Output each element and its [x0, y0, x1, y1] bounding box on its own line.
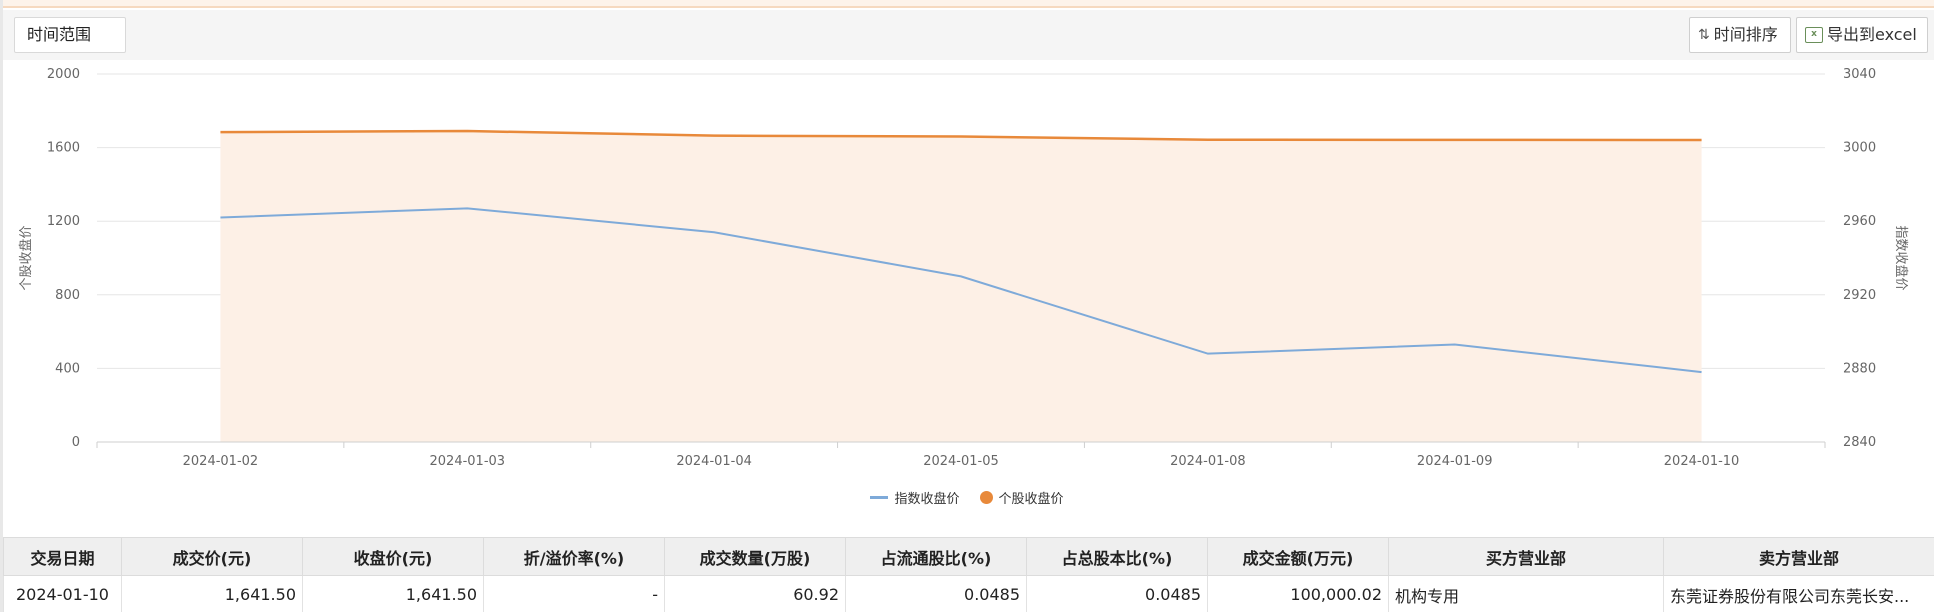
- legend-item-index[interactable]: 指数收盘价: [870, 488, 960, 507]
- time-sort-button[interactable]: ⇅ 时间排序: [1689, 17, 1791, 53]
- cell-volume: 60.92: [664, 575, 846, 612]
- x-tick-label: 2024-01-05: [923, 454, 999, 469]
- legend-item-stock[interactable]: 个股收盘价: [979, 488, 1064, 507]
- y-right-axis-title: 指数收盘价: [1893, 225, 1909, 290]
- sort-arrows-icon: ⇅: [1698, 27, 1710, 43]
- excel-icon: x: [1805, 27, 1823, 43]
- price-chart: 2024-01-02 2024-01-03 2024-01-04 2024-01-05…: [18, 67, 1909, 469]
- y-left-tick-label: 2000: [47, 67, 80, 82]
- col-header-deal-price[interactable]: 成交价(元): [121, 537, 303, 576]
- x-tick-label: 2024-01-08: [1170, 454, 1246, 469]
- x-tick-label: 2024-01-10: [1664, 454, 1740, 469]
- table-header-row: 交易日期 成交价(元) 收盘价(元) 折/溢价率(%) 成交数量(万股) 占流通…: [3, 537, 1934, 576]
- y-left-tick-label: 0: [72, 435, 80, 450]
- x-tick-label: 2024-01-03: [430, 454, 506, 469]
- legend-label-index: 指数收盘价: [894, 492, 960, 507]
- y-left-tick-label: 400: [55, 361, 80, 376]
- cell-buyer[interactable]: 机构专用: [1388, 575, 1664, 612]
- y-right-tick-label: 2960: [1843, 214, 1876, 229]
- col-header-amount[interactable]: 成交金额(万元): [1207, 537, 1389, 576]
- col-header-float-ratio[interactable]: 占流通股比(%): [845, 537, 1027, 576]
- col-header-date[interactable]: 交易日期: [3, 537, 122, 576]
- time-range-button[interactable]: 时间范围: [14, 17, 126, 53]
- col-header-seller[interactable]: 卖方营业部: [1663, 537, 1934, 576]
- y-right-tick-label: 3040: [1843, 67, 1876, 82]
- y-right-tick-label: 2920: [1843, 288, 1876, 303]
- col-header-total-ratio[interactable]: 占总股本比(%): [1026, 537, 1208, 576]
- col-header-volume[interactable]: 成交数量(万股): [664, 537, 846, 576]
- x-tick-label: 2024-01-09: [1417, 454, 1493, 469]
- cell-deal-price: 1,641.50: [121, 575, 303, 612]
- table-row: 2024-01-10 1,641.50 1,641.50 - 60.92 0.0…: [3, 575, 1934, 612]
- y-left-tick-label: 1200: [47, 214, 80, 229]
- y-right-tick-label: 3000: [1843, 141, 1876, 156]
- y-left-tick-label: 800: [55, 288, 80, 303]
- x-tick-label: 2024-01-04: [676, 454, 752, 469]
- stock-close-area: [220, 131, 1702, 442]
- legend-label-stock: 个股收盘价: [998, 492, 1064, 507]
- time-sort-label: 时间排序: [1713, 25, 1778, 44]
- x-tick-label: 2024-01-02: [183, 454, 259, 469]
- col-header-buyer[interactable]: 买方营业部: [1388, 537, 1664, 576]
- export-excel-button[interactable]: x 导出到excel: [1796, 17, 1928, 53]
- y-left-tick-label: 1600: [47, 141, 80, 156]
- block-trade-table: 交易日期 成交价(元) 收盘价(元) 折/溢价率(%) 成交数量(万股) 占流通…: [3, 537, 1934, 612]
- y-left-axis-title: 个股收盘价: [18, 225, 34, 290]
- cell-date: 2024-01-10: [3, 575, 122, 612]
- col-header-close-price[interactable]: 收盘价(元): [302, 537, 484, 576]
- cell-seller[interactable]: 东莞证券股份有限公司东莞长安...: [1663, 575, 1934, 612]
- legend-line-icon: [870, 496, 889, 499]
- cell-premium-rate: -: [483, 575, 665, 612]
- cell-total-ratio: 0.0485: [1026, 575, 1208, 612]
- legend-dot-icon: [979, 491, 993, 504]
- y-right-tick-label: 2840: [1843, 435, 1876, 450]
- y-right-tick-label: 2880: [1843, 361, 1876, 376]
- col-header-premium-rate[interactable]: 折/溢价率(%): [483, 537, 665, 576]
- cell-amount: 100,000.02: [1207, 575, 1389, 612]
- chart-legend: 指数收盘价 个股收盘价: [0, 488, 1934, 507]
- cell-float-ratio: 0.0485: [845, 575, 1027, 612]
- cell-close-price: 1,641.50: [302, 575, 484, 612]
- toolbar: 时间范围 ⇅ 时间排序 x 导出到excel: [3, 10, 1934, 60]
- top-accent-border: [0, 0, 1934, 8]
- export-excel-label: 导出到excel: [1827, 25, 1917, 44]
